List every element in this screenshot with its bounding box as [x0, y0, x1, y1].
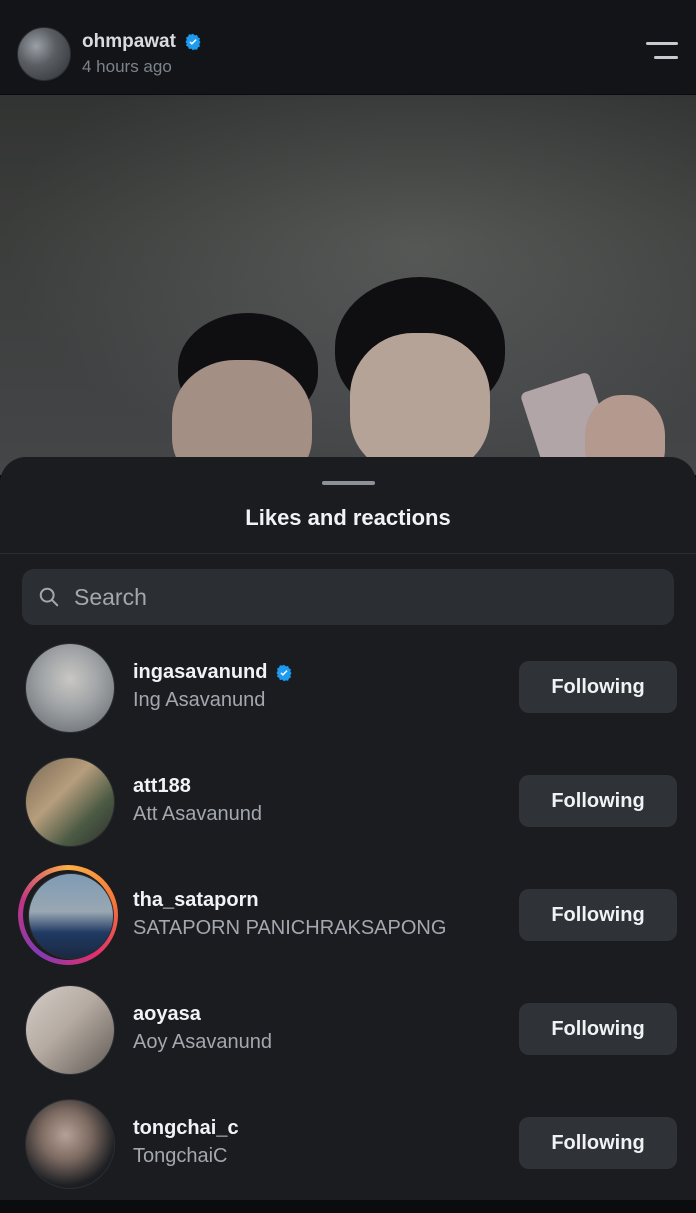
- user-full-name: Aoy Asavanund: [133, 1031, 272, 1053]
- user-full-name: Ing Asavanund: [133, 689, 266, 711]
- menu-line: [646, 42, 678, 45]
- user-username[interactable]: ingasavanund: [133, 661, 267, 684]
- user-username-row[interactable]: tha_sataporn: [133, 889, 259, 912]
- user-username[interactable]: att188: [133, 775, 191, 798]
- avatar[interactable]: [25, 757, 115, 847]
- user-full-name: Att Asavanund: [133, 803, 262, 825]
- verified-badge-icon: [276, 664, 292, 681]
- menu-line: [654, 56, 678, 59]
- sheet-title: Likes and reactions: [245, 505, 451, 530]
- menu-icon[interactable]: [644, 42, 678, 64]
- post-header: ohmpawat 4 hours ago: [0, 0, 696, 95]
- following-button[interactable]: Following: [519, 1117, 677, 1169]
- following-button[interactable]: Following: [519, 661, 677, 713]
- user-username[interactable]: tongchai_c: [133, 1117, 239, 1140]
- list-item[interactable]: ingasavanund Ing Asavanund Following: [0, 643, 696, 757]
- post-timestamp: 4 hours ago: [82, 57, 172, 76]
- user-username-row[interactable]: tongchai_c: [133, 1117, 239, 1140]
- search-bar[interactable]: [22, 569, 674, 625]
- post-photo: [0, 95, 696, 475]
- avatar[interactable]: [25, 1099, 115, 1189]
- search-input[interactable]: [72, 582, 636, 612]
- user-username[interactable]: tha_sataporn: [133, 889, 259, 912]
- following-button[interactable]: Following: [519, 1003, 677, 1055]
- following-button[interactable]: Following: [519, 775, 677, 827]
- avatar[interactable]: [28, 873, 114, 959]
- list-item[interactable]: aoyasa Aoy Asavanund Following: [0, 985, 696, 1099]
- user-full-name: TongchaiC: [133, 1145, 228, 1167]
- user-full-name: SATAPORN PANICHRAKSAPONG: [133, 917, 447, 939]
- sheet-divider: [0, 553, 696, 554]
- likes-sheet: Likes and reactions ingasavanund Ing Asa…: [0, 457, 696, 1200]
- following-button[interactable]: Following: [519, 889, 677, 941]
- user-username-row[interactable]: att188: [133, 775, 191, 798]
- sheet-drag-handle[interactable]: [322, 481, 375, 485]
- author-username[interactable]: ohmpawat: [82, 31, 176, 53]
- likes-list: ingasavanund Ing Asavanund Following att…: [0, 643, 696, 1213]
- photo-person-right-face: [350, 333, 490, 473]
- author-username-row[interactable]: ohmpawat: [82, 31, 202, 53]
- verified-badge-icon: [185, 33, 201, 51]
- list-item[interactable]: tha_sataporn SATAPORN PANICHRAKSAPONG Fo…: [0, 865, 696, 985]
- avatar[interactable]: [25, 985, 115, 1075]
- user-username[interactable]: aoyasa: [133, 1003, 201, 1026]
- user-username-row[interactable]: ingasavanund: [133, 661, 293, 684]
- list-item[interactable]: tongchai_c TongchaiC Following: [0, 1099, 696, 1213]
- search-icon: [39, 587, 59, 607]
- avatar[interactable]: [25, 643, 115, 733]
- list-item[interactable]: att188 Att Asavanund Following: [0, 757, 696, 871]
- author-avatar[interactable]: [17, 27, 71, 81]
- user-username-row[interactable]: aoyasa: [133, 1003, 201, 1026]
